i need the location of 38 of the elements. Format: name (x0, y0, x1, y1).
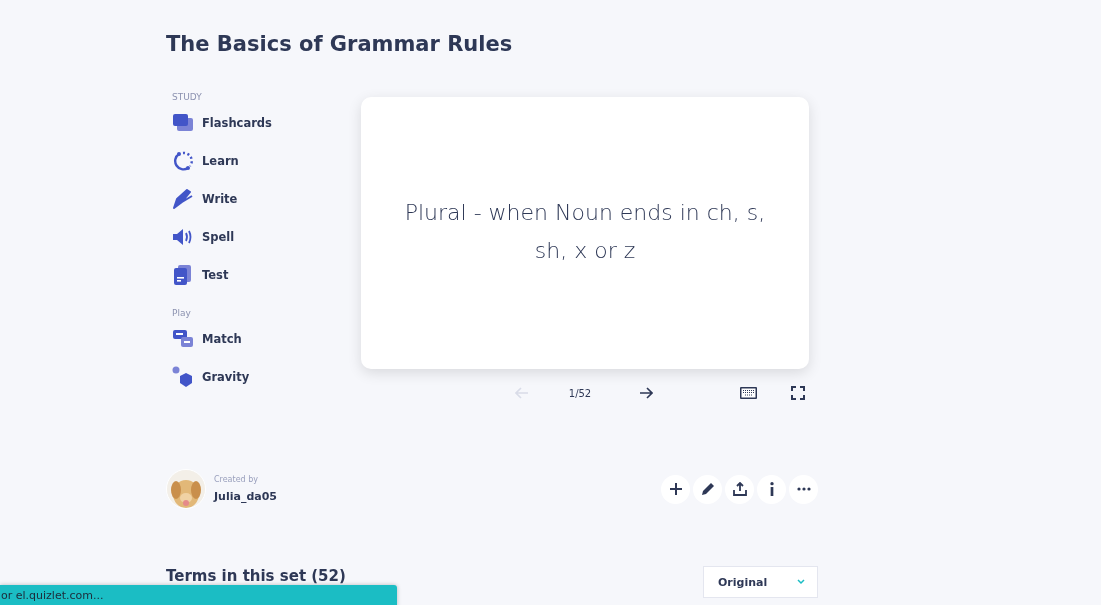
card-text: Plural - when Noun ends in ch, s, sh, x or z (403, 199, 767, 265)
created-by-label: Created by (214, 475, 259, 484)
sidebar-item[interactable]: Match (172, 320, 242, 358)
fullscreen-icon (791, 386, 805, 400)
add-button[interactable] (661, 474, 690, 504)
share-icon (732, 482, 747, 496)
sidebar-item[interactable]: Flashcards (172, 104, 272, 142)
loop-icon (172, 151, 194, 171)
info-button[interactable] (757, 474, 786, 504)
right-arrow-icon (639, 386, 653, 400)
set-title: The Basics of Grammar Rules (166, 32, 513, 56)
sort-dropdown[interactable]: Original (703, 566, 818, 598)
document-icon (172, 265, 194, 285)
sidebar-item[interactable]: Learn (172, 142, 239, 180)
keyboard-icon (740, 387, 757, 399)
chevron-down-icon (797, 579, 805, 585)
pencil-icon (700, 482, 715, 496)
plus-icon (668, 482, 683, 496)
status-bar: or el.quizlet.com... (0, 585, 397, 605)
card-counter: 1/52 (567, 387, 593, 399)
info-icon (769, 482, 774, 496)
sidebar-item[interactable]: Spell (172, 218, 235, 256)
share-button[interactable] (725, 474, 754, 504)
match-icon (172, 330, 194, 348)
edit-button[interactable] (693, 474, 722, 504)
sidebar-item[interactable]: Gravity (172, 358, 250, 396)
left-arrow-icon (515, 386, 529, 400)
sidebar-item[interactable]: Test (172, 256, 229, 294)
speaker-icon (172, 228, 194, 246)
section-heading: Play (172, 308, 191, 318)
section-heading: STUDY (172, 92, 202, 102)
flashcard[interactable]: Plural - when Noun ends in ch, s, sh, x or z (361, 97, 809, 369)
terms-heading: Terms in this set (52) (166, 567, 346, 585)
sidebar-item[interactable]: Write (172, 180, 238, 218)
pen-icon (172, 189, 194, 209)
cards-icon (172, 114, 194, 132)
author-name[interactable]: Julia_da05 (214, 490, 277, 503)
gravity-icon (172, 366, 194, 388)
